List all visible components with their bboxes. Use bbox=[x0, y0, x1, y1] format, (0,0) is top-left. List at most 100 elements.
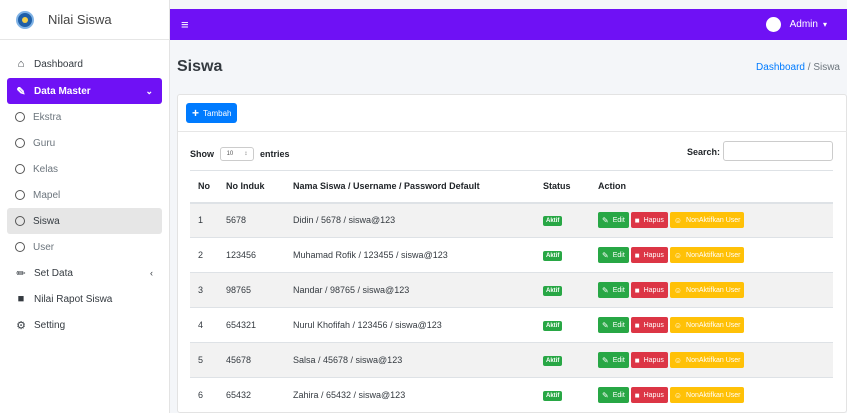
sidebar-item-ekstra[interactable]: Ekstra bbox=[7, 104, 162, 130]
trash-icon: ■ bbox=[634, 285, 640, 295]
column-header-nama[interactable]: Nama Siswa / Username / Password Default bbox=[285, 170, 535, 204]
column-header-status[interactable]: Status bbox=[535, 170, 590, 204]
delete-button[interactable]: ■ Hapus bbox=[630, 387, 668, 404]
avatar bbox=[765, 17, 781, 32]
deactivate-label: NonAktifkan User bbox=[686, 391, 741, 399]
sidebar-item-mapel[interactable]: Mapel bbox=[7, 182, 162, 208]
menu-toggle-icon[interactable]: ≡ bbox=[181, 17, 189, 32]
circle-icon bbox=[15, 164, 25, 174]
page-length-select[interactable]: 10 ↕ bbox=[220, 147, 254, 161]
breadcrumb-dashboard-link[interactable]: Dashboard bbox=[756, 62, 805, 73]
sidebar-item-user[interactable]: User bbox=[7, 234, 162, 260]
user-icon: ☺ bbox=[673, 250, 683, 260]
delete-button[interactable]: ■ Hapus bbox=[630, 352, 668, 368]
user-icon: ☺ bbox=[673, 285, 683, 295]
sidebar-item-label: Nilai Rapot Siswa bbox=[34, 293, 113, 305]
delete-label: Hapus bbox=[643, 356, 664, 364]
sidebar-item-setting[interactable]: ⚙ Setting bbox=[7, 312, 162, 338]
table-row: 5 45678 Salsa / 45678 / siswa@123 Aktif ✎ Edi… bbox=[190, 342, 833, 378]
edit-icon: ✎ bbox=[602, 390, 609, 400]
deactivate-user-button[interactable]: ☺ NonAktifkan User bbox=[669, 247, 745, 263]
edit-label: Edit bbox=[612, 216, 625, 224]
edit-label: Edit bbox=[612, 356, 625, 364]
edit-button[interactable]: ✎ Edit bbox=[598, 212, 629, 229]
edit-icon: ✎ bbox=[602, 250, 609, 260]
trash-icon: ■ bbox=[634, 355, 640, 365]
edit-label: Edit bbox=[612, 286, 625, 294]
cell-nama: Salsa / 45678 / siswa@123 bbox=[285, 342, 535, 378]
sidebar-item-nilai-rapot-siswa[interactable]: ■ Nilai Rapot Siswa bbox=[7, 286, 162, 312]
cell-no-induk: 654321 bbox=[218, 307, 285, 343]
cell-no: 6 bbox=[190, 377, 218, 413]
edit-button[interactable]: ✎ Edit bbox=[598, 352, 629, 368]
cell-nama: Nurul Khofifah / 123456 / siswa@123 bbox=[285, 307, 535, 343]
status-badge: Aktif bbox=[543, 286, 563, 296]
sidebar-item-set-data[interactable]: ✏ Set Data ‹ bbox=[7, 260, 162, 286]
column-header-no[interactable]: No bbox=[190, 170, 218, 204]
deactivate-user-button[interactable]: ☺ NonAktifkan User bbox=[669, 212, 745, 229]
delete-button[interactable]: ■ Hapus bbox=[630, 317, 668, 333]
deactivate-user-button[interactable]: ☺ NonAktifkan User bbox=[669, 352, 745, 368]
edit-icon: ✎ bbox=[602, 215, 609, 225]
cell-status: Aktif bbox=[535, 202, 590, 238]
delete-label: Hapus bbox=[643, 286, 664, 294]
sidebar-item-label: Set Data bbox=[34, 267, 73, 279]
breadcrumb-current: Siswa bbox=[813, 62, 840, 73]
edit-icon: ✎ bbox=[602, 285, 609, 295]
delete-label: Hapus bbox=[643, 321, 664, 329]
cell-no: 2 bbox=[190, 237, 218, 273]
cell-status: Aktif bbox=[535, 307, 590, 343]
deactivate-user-button[interactable]: ☺ NonAktifkan User bbox=[669, 387, 745, 404]
edit-icon: ✎ bbox=[602, 320, 609, 330]
cell-no-induk: 98765 bbox=[218, 272, 285, 308]
card-divider bbox=[178, 131, 847, 132]
deactivate-label: NonAktifkan User bbox=[686, 216, 741, 224]
cell-action: ✎ Edit ■ Hapus ☺ NonAktifkan User bbox=[590, 342, 833, 378]
sidebar-item-kelas[interactable]: Kelas bbox=[7, 156, 162, 182]
deactivate-user-button[interactable]: ☺ NonAktifkan User bbox=[669, 282, 745, 298]
column-header-action[interactable]: Action bbox=[590, 170, 833, 204]
chevron-down-icon: ⌄ bbox=[145, 85, 153, 96]
deactivate-label: NonAktifkan User bbox=[686, 321, 741, 329]
sidebar-item-siswa[interactable]: Siswa bbox=[7, 208, 162, 234]
cell-nama: Muhamad Rofik / 123455 / siswa@123 bbox=[285, 237, 535, 273]
deactivate-label: NonAktifkan User bbox=[686, 286, 741, 294]
chevron-left-icon: ‹ bbox=[150, 268, 153, 278]
cell-action: ✎ Edit ■ Hapus ☺ NonAktifkan User bbox=[590, 272, 833, 308]
sidebar-item-dashboard[interactable]: ⌂ Dashboard bbox=[7, 51, 162, 77]
edit-button[interactable]: ✎ Edit bbox=[598, 247, 629, 263]
status-badge: Aktif bbox=[543, 356, 563, 366]
user-icon: ☺ bbox=[673, 320, 683, 330]
circle-icon bbox=[15, 216, 25, 226]
edit-button[interactable]: ✎ Edit bbox=[598, 282, 629, 298]
edit-label: Edit bbox=[612, 321, 625, 329]
cell-action: ✎ Edit ■ Hapus ☺ NonAktifkan User bbox=[590, 377, 833, 413]
deactivate-user-button[interactable]: ☺ NonAktifkan User bbox=[669, 317, 745, 333]
add-button-label: Tambah bbox=[203, 108, 232, 118]
table-row: 1 5678 Didin / 5678 / siswa@123 Aktif ✎ Edit ■… bbox=[190, 202, 833, 238]
sidebar-item-label: Kelas bbox=[33, 163, 59, 175]
status-badge: Aktif bbox=[543, 391, 563, 402]
home-icon: ⌂ bbox=[17, 58, 25, 70]
sidebar-item-guru[interactable]: Guru bbox=[7, 130, 162, 156]
add-button[interactable]: + Tambah bbox=[186, 103, 238, 123]
brand[interactable]: Nilai Siswa bbox=[0, 0, 169, 40]
plus-icon: + bbox=[192, 106, 200, 120]
cell-nama: Nandar / 98765 / siswa@123 bbox=[285, 272, 535, 308]
delete-label: Hapus bbox=[643, 216, 664, 224]
delete-button[interactable]: ■ Hapus bbox=[630, 212, 668, 229]
edit-button[interactable]: ✎ Edit bbox=[598, 387, 629, 404]
user-menu[interactable]: Admin ▾ bbox=[765, 17, 827, 32]
delete-button[interactable]: ■ Hapus bbox=[630, 282, 668, 298]
user-name: Admin bbox=[789, 19, 818, 30]
user-icon: ☺ bbox=[673, 215, 683, 225]
column-header-no-induk[interactable]: No Induk bbox=[218, 170, 285, 204]
sidebar-item-data-master[interactable]: ✎ Data Master ⌄ bbox=[7, 78, 162, 104]
edit-button[interactable]: ✎ Edit bbox=[598, 317, 629, 333]
cell-no-induk: 123456 bbox=[218, 237, 285, 273]
delete-button[interactable]: ■ Hapus bbox=[630, 247, 668, 263]
circle-icon bbox=[15, 138, 25, 148]
search-input[interactable] bbox=[723, 141, 833, 161]
sort-arrows-icon: ↕ bbox=[244, 151, 248, 157]
table-row: 6 65432 Zahira / 65432 / siswa@123 Aktif ✎ Ed… bbox=[190, 377, 833, 413]
